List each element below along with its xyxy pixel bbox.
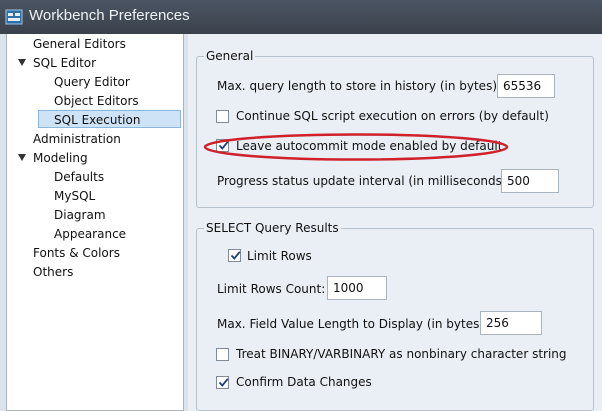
limit-rows-count-label: Limit Rows Count: (217, 282, 326, 296)
treat-binary-checkbox[interactable] (216, 348, 229, 361)
sidebar-item-diagram[interactable]: Diagram (54, 206, 106, 224)
sidebar-item-label: Administration (33, 132, 121, 146)
sidebar-item-query-editor[interactable]: Query Editor (54, 73, 130, 91)
expand-arrow-icon[interactable] (18, 59, 26, 66)
sql-execution-settings-panel: General Max. query length to store in hi… (188, 34, 602, 411)
confirm-data-changes-label: Confirm Data Changes (236, 375, 372, 389)
sidebar-item-defaults[interactable]: Defaults (54, 168, 104, 186)
confirm-data-changes-checkbox[interactable] (216, 376, 229, 389)
workbench-app-icon (5, 9, 23, 25)
sidebar-item-appearance[interactable]: Appearance (54, 225, 126, 243)
sidebar-item-object-editors[interactable]: Object Editors (54, 92, 139, 110)
sidebar-item-fonts-colors[interactable]: Fonts & Colors (33, 244, 120, 262)
sidebar-item-sql-editor[interactable]: SQL Editor (33, 54, 96, 72)
preferences-category-tree[interactable]: General Editors SQL Editor Query Editor … (6, 34, 184, 411)
sidebar-item-label: Object Editors (54, 94, 139, 108)
sidebar-item-label: Appearance (54, 227, 127, 241)
checkmark-icon (218, 378, 229, 387)
checkmark-icon (230, 251, 241, 260)
sidebar-item-label: Fonts & Colors (33, 246, 120, 260)
sidebar-item-label: Diagram (54, 208, 106, 222)
title-bar: Workbench Preferences (0, 0, 602, 34)
sidebar-item-others[interactable]: Others (33, 263, 73, 281)
sidebar-item-label: Defaults (54, 170, 105, 184)
limit-rows-checkbox[interactable] (228, 249, 241, 262)
sidebar-item-label: Others (33, 265, 74, 279)
sidebar-item-modeling[interactable]: Modeling (33, 149, 88, 167)
sidebar-item-administration[interactable]: Administration (33, 130, 121, 148)
sidebar-item-label: General Editors (33, 37, 126, 51)
expand-arrow-icon[interactable] (18, 154, 26, 161)
sidebar-item-sql-execution[interactable]: SQL Execution (38, 110, 181, 128)
window-title: Workbench Preferences (29, 7, 190, 24)
progress-interval-label: Progress status update interval (in mill… (217, 174, 511, 188)
select-results-group-title: SELECT Query Results (204, 221, 341, 235)
highlight-annotation-ellipse (203, 133, 509, 161)
preferences-window: General Editors SQL Editor Query Editor … (0, 34, 602, 411)
progress-interval-input[interactable]: 500 (501, 169, 559, 193)
max-field-length-input[interactable]: 256 (480, 311, 542, 335)
max-field-length-label: Max. Field Value Length to Display (in b… (217, 317, 489, 331)
general-group-title: General (204, 49, 256, 63)
treat-binary-label: Treat BINARY/VARBINARY as nonbinary char… (236, 347, 567, 361)
limit-rows-count-input[interactable]: 1000 (327, 276, 387, 300)
sidebar-item-label: Query Editor (54, 75, 130, 89)
max-query-length-input[interactable]: 65536 (497, 74, 555, 98)
sidebar-item-general-editors[interactable]: General Editors (33, 35, 126, 53)
sidebar-item-label: SQL Editor (33, 56, 97, 70)
sidebar-item-label: SQL Execution (54, 113, 141, 127)
max-query-length-label: Max. query length to store in history (i… (217, 79, 502, 93)
continue-on-errors-label: Continue SQL script execution on errors … (236, 109, 549, 123)
sidebar-item-label: MySQL (54, 189, 96, 203)
limit-rows-label: Limit Rows (247, 249, 312, 263)
sidebar-item-label: Modeling (33, 151, 88, 165)
continue-on-errors-checkbox[interactable] (216, 110, 229, 123)
sidebar-item-mysql[interactable]: MySQL (54, 187, 95, 205)
